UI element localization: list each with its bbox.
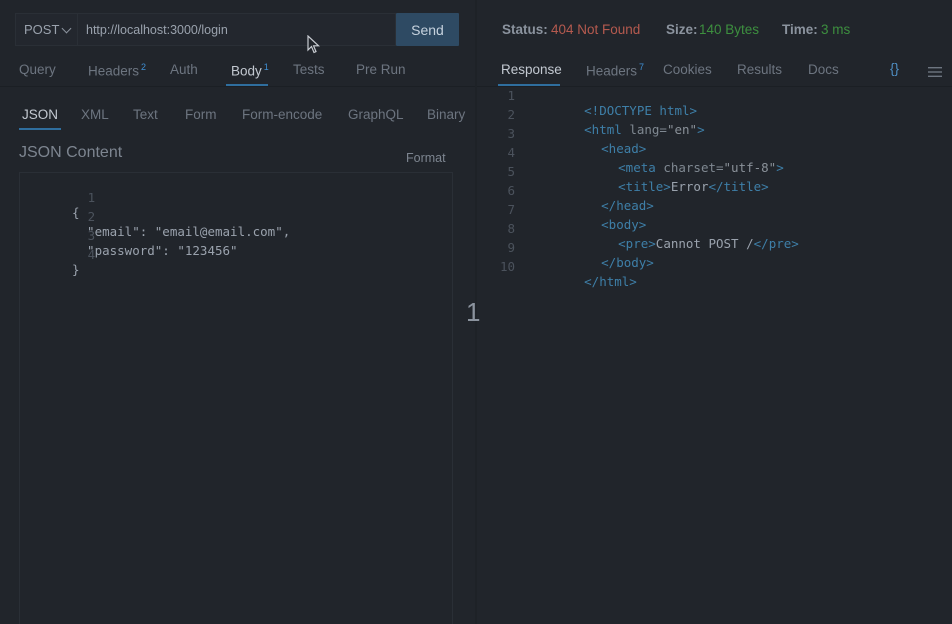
code-line: <!DOCTYPE html> [584,103,698,118]
code-line: </head> [601,198,654,213]
code-line: <pre>Cannot POST /</pre> [618,236,799,251]
line-number: 3 [87,228,96,243]
response-pane: Status: 404 Not Found Size: 140 Bytes Ti… [477,0,952,624]
body-tab-graphql[interactable]: GraphQL [348,107,404,122]
line-number: 8 [507,221,515,236]
tab-results[interactable]: Results [737,62,782,77]
code-text: "email": "email@email.com", [72,224,291,239]
line-number: 9 [507,240,515,255]
line-number: 4 [507,145,515,160]
json-body-editor[interactable]: 1 { 2 "email": "email@email.com", 3 "pas… [19,172,453,624]
body-count-badge: 1 [263,62,269,72]
line-number: 1 [87,190,96,205]
body-tab-xml[interactable]: XML [81,107,109,122]
line-number: 6 [507,183,515,198]
method-select[interactable]: POST [15,13,78,46]
line-number: 2 [87,209,96,224]
url-text: http://localhost:3000/login [86,22,228,37]
mouse-cursor-icon [307,35,321,54]
status-value: 404 Not Found [551,22,641,37]
code-line: 3 "password": "123456" [20,213,238,258]
body-tab-json[interactable]: JSON [22,107,58,122]
send-button[interactable]: Send [396,13,459,46]
tab-query[interactable]: Query [19,62,56,77]
tabs-divider [0,86,476,87]
code-line: <body> [601,217,647,232]
tab-response-headers[interactable]: Headers 7 [586,62,644,79]
response-headers-badge: 7 [639,62,645,72]
code-line: <meta charset="utf-8"> [618,160,784,175]
tab-body[interactable]: Body 1 [231,62,269,79]
content-title: JSON Content [19,144,123,161]
braces-icon[interactable]: {} [890,61,899,76]
line-number: 10 [499,259,515,274]
code-line: 4 } [20,232,95,277]
headers-count-badge: 2 [141,62,147,72]
request-pane: POST http://localhost:3000/login Send Qu… [0,0,476,624]
code-text: } [72,262,80,277]
method-label: POST [24,22,60,37]
size-value: 140 Bytes [699,22,760,37]
url-input[interactable]: http://localhost:3000/login [78,13,396,46]
code-line: </html> [584,274,637,289]
status-label: Status: [502,22,548,37]
line-number: 1 [507,88,515,103]
code-line: 2 "email": "email@email.com", [20,194,290,239]
line-number: 3 [507,126,515,141]
time-value: 3 ms [821,22,851,37]
tab-docs[interactable]: Docs [808,62,839,77]
body-tab-underline [19,128,61,130]
tab-headers[interactable]: Headers 2 [88,62,146,79]
body-tab-form-encode[interactable]: Form-encode [242,107,322,122]
code-line: <html lang="en"> [584,122,705,137]
tab-tests[interactable]: Tests [293,62,325,77]
body-tab-form[interactable]: Form [185,107,217,122]
tab-pre-run[interactable]: Pre Run [356,62,406,77]
code-line: <head> [601,141,647,156]
body-tab-binary[interactable]: Binary [427,107,465,122]
chevron-down-icon [61,23,72,34]
format-button[interactable]: Format [406,151,446,165]
response-tabs-divider [477,86,952,87]
line-number: 5 [507,164,515,179]
line-number: 4 [87,247,96,262]
code-line: </body> [601,255,654,270]
time-label: Time: [782,22,818,37]
tab-auth[interactable]: Auth [170,62,198,77]
line-number: 7 [507,202,515,217]
line-number: 2 [507,107,515,122]
size-label: Size: [666,22,698,37]
response-viewer[interactable]: 1 2 3 4 5 6 7 8 9 10 <!DOCTYPE html> <ht… [477,88,952,289]
code-text: "password": "123456" [72,243,238,258]
tab-cookies[interactable]: Cookies [663,62,712,77]
tab-response[interactable]: Response [501,62,562,77]
code-line: <title>Error</title> [618,179,769,194]
body-tab-text[interactable]: Text [133,107,158,122]
code-line: 1 { [20,175,95,220]
menu-icon[interactable] [928,66,942,78]
